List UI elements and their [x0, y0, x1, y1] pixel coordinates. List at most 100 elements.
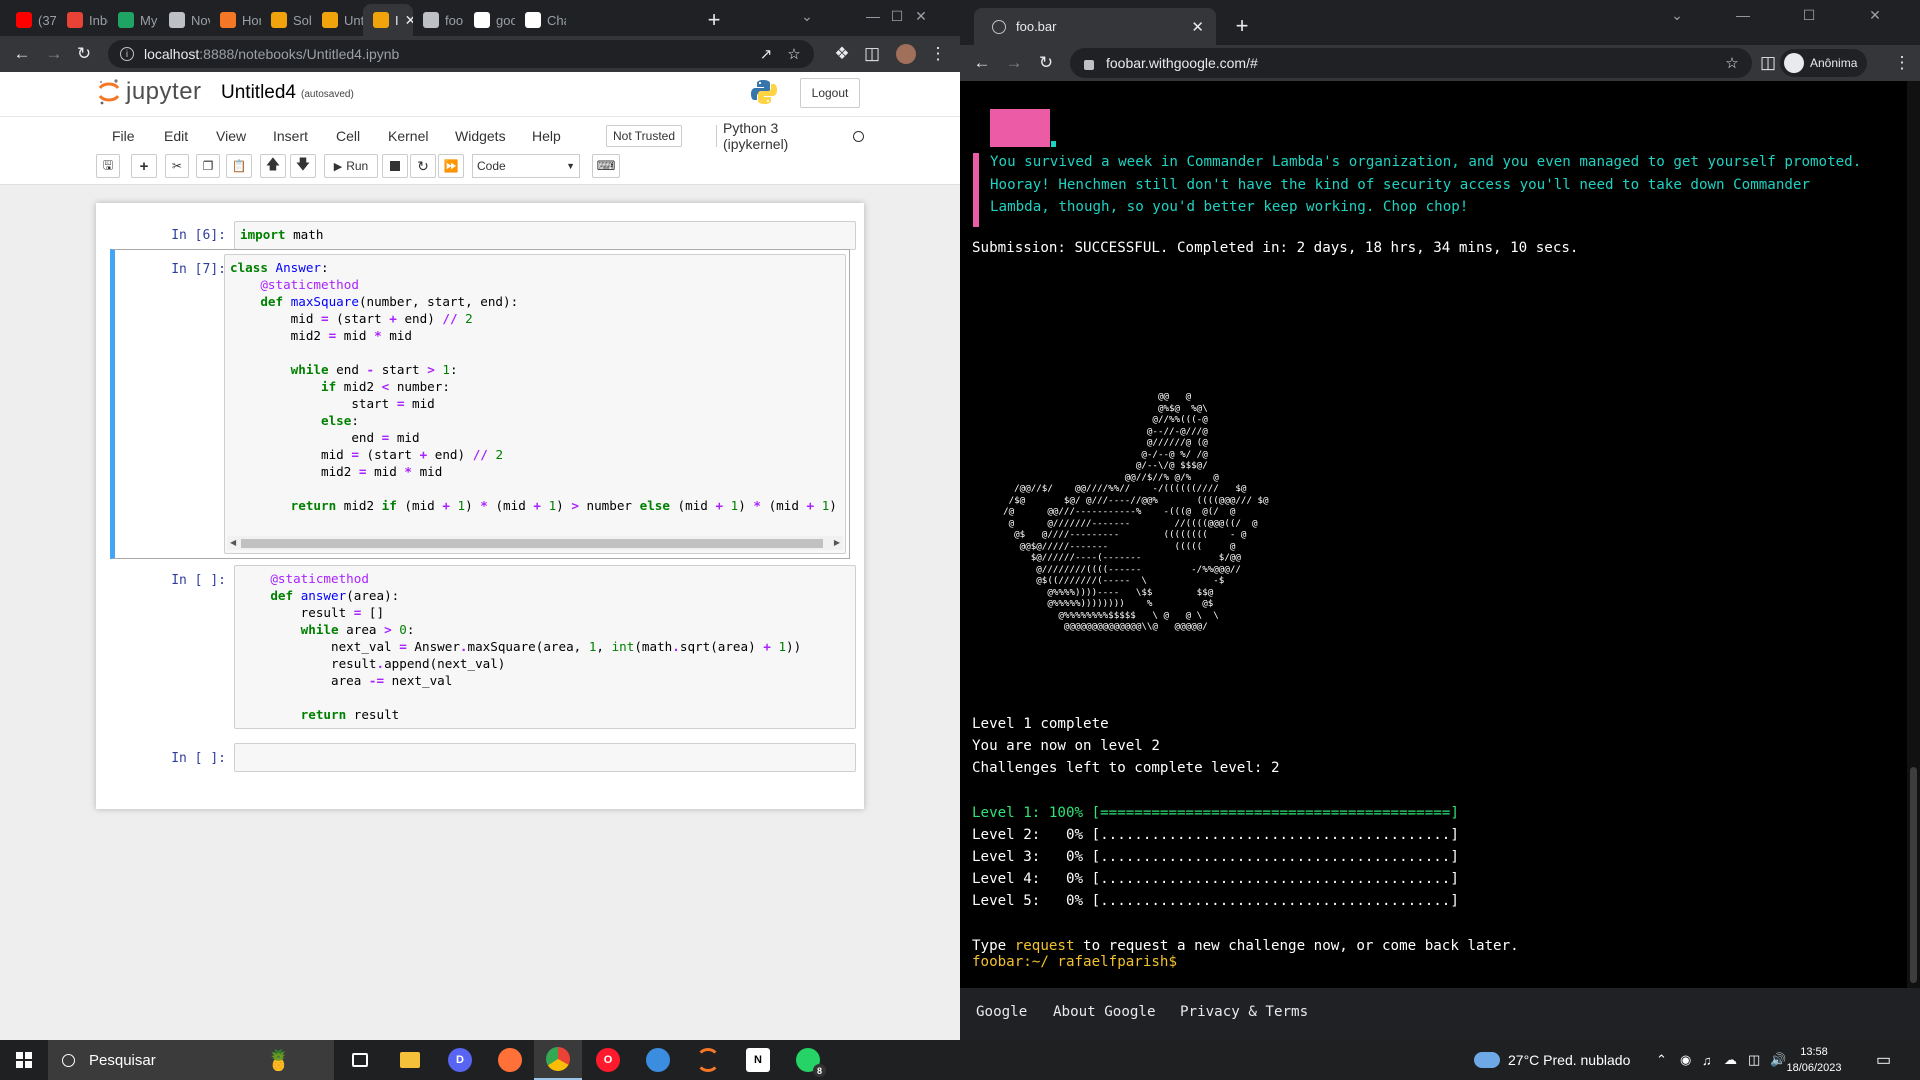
forward-button[interactable]: → — [1000, 49, 1028, 77]
tab-github[interactable]: goo — [464, 4, 515, 36]
footer-link-google[interactable]: Google — [976, 1004, 1027, 1020]
bookmark-star-icon[interactable]: ☆ — [1720, 49, 1744, 77]
back-button[interactable]: ← — [8, 40, 36, 68]
close-tab-icon[interactable]: ✕ — [405, 12, 413, 29]
paste-icon[interactable]: 📋 — [226, 154, 252, 178]
shell-prompt[interactable]: foobar:~/ rafaelfparish$ — [972, 954, 1177, 970]
extensions-icon[interactable]: ❖ — [828, 40, 856, 68]
new-tab-button[interactable]: + — [1228, 12, 1256, 40]
code-cell-selected[interactable]: In [7]: class Answer: @staticmethod def … — [110, 249, 850, 559]
address-bar[interactable]: foobar.withgoogle.com/# ☆ — [1070, 48, 1752, 78]
scrollbar-thumb[interactable] — [1910, 767, 1917, 983]
code-cell[interactable]: In [ ]: @staticmethod def answer(area): … — [110, 565, 856, 729]
microphone-icon[interactable]: ♫ — [1702, 1040, 1712, 1080]
profile-avatar[interactable] — [892, 40, 920, 68]
incognito-profile-chip[interactable]: Anônima — [1780, 49, 1868, 77]
file-explorer-icon[interactable] — [386, 1040, 434, 1080]
fast-forward-icon[interactable]: ⏩ — [438, 154, 464, 178]
close-tab-icon[interactable]: ✕ — [1191, 18, 1204, 36]
code-cell[interactable]: In [ ]: — [110, 743, 856, 775]
cell-input[interactable]: import math — [234, 221, 856, 250]
side-panel-icon[interactable]: ◫ — [858, 40, 886, 68]
network-icon[interactable]: ◫ — [1748, 1040, 1760, 1080]
jupyter-taskbar-icon[interactable] — [684, 1040, 732, 1080]
reload-button[interactable]: ↻ — [70, 40, 98, 68]
keyboard-icon[interactable]: ⌨ — [592, 154, 620, 178]
stop-icon[interactable] — [382, 154, 408, 178]
tab-jupyter[interactable]: Hon — [210, 4, 261, 36]
menu-kernel[interactable]: Kernel — [388, 117, 428, 155]
tab-hourglass[interactable]: Unt — [312, 4, 363, 36]
opera-icon[interactable]: O — [584, 1040, 632, 1080]
maximize-button[interactable]: ☐ — [1786, 0, 1832, 30]
vertical-scrollbar[interactable] — [1907, 81, 1920, 988]
side-panel-icon[interactable]: ◫ — [1754, 49, 1782, 77]
reload-button[interactable]: ↻ — [1032, 49, 1060, 77]
new-tab-button[interactable]: + — [700, 6, 728, 34]
notebook-title[interactable]: Untitled4 — [221, 82, 296, 104]
jupyter-logo[interactable]: jupyter — [98, 78, 202, 106]
start-button[interactable] — [0, 1040, 48, 1080]
cell-type-select[interactable]: Code ▼ — [472, 154, 580, 178]
cut-icon[interactable]: ✂ — [165, 154, 189, 178]
firefox-icon[interactable] — [486, 1040, 534, 1080]
copy-icon[interactable]: ❐ — [196, 154, 220, 178]
task-view-icon[interactable] — [336, 1040, 384, 1080]
bookmark-star-icon[interactable]: ☆ — [782, 40, 806, 68]
close-window-button[interactable]: ✕ — [906, 0, 936, 32]
trust-button[interactable]: Not Trusted — [606, 125, 683, 147]
menu-view[interactable]: View — [216, 117, 246, 155]
cell-input[interactable]: class Answer: @staticmethod def maxSquar… — [224, 254, 846, 554]
scroll-right-icon[interactable]: ▶ — [834, 536, 840, 550]
move-up-icon[interactable]: 🡅 — [260, 154, 286, 178]
browser-menu-icon[interactable]: ⋮ — [1888, 49, 1916, 77]
address-bar[interactable]: i localhost:8888/notebooks/Untitled4.ipy… — [108, 40, 814, 68]
back-button[interactable]: ← — [968, 49, 996, 77]
menu-widgets[interactable]: Widgets — [455, 117, 506, 155]
info-icon[interactable]: i — [120, 47, 134, 61]
footer-link-privacy[interactable]: Privacy & Terms — [1180, 1004, 1308, 1020]
tab-search-icon[interactable]: ⌄ — [792, 0, 822, 32]
move-down-icon[interactable]: 🡇 — [290, 154, 316, 178]
logout-button[interactable]: Logout — [800, 78, 860, 108]
save-icon[interactable]: 🖫 — [96, 154, 120, 178]
whatsapp-icon[interactable]: 8 — [784, 1040, 832, 1080]
weather-widget[interactable]: 27°C Pred. nublado — [1474, 1040, 1630, 1080]
scrollbar-thumb[interactable] — [241, 539, 823, 548]
chrome-icon[interactable] — [534, 1040, 582, 1080]
notion-icon[interactable]: N — [734, 1040, 782, 1080]
tab-gmail[interactable]: Inbo — [57, 4, 108, 36]
show-hidden-icons[interactable]: ⌃ — [1656, 1040, 1667, 1080]
cell-input[interactable] — [234, 743, 856, 772]
notification-center-icon[interactable]: ▭ — [1876, 1040, 1891, 1080]
cloud-sync-icon[interactable]: ☁ — [1724, 1040, 1737, 1080]
discord-icon[interactable]: D — [436, 1040, 484, 1080]
menu-help[interactable]: Help — [532, 117, 561, 155]
tab-globe[interactable]: foo — [413, 4, 464, 36]
tab-google-drive[interactable]: My — [108, 4, 159, 36]
close-window-button[interactable]: ✕ — [1852, 0, 1898, 30]
tab-tab[interactable]: Solv — [261, 4, 312, 36]
menu-cell[interactable]: Cell — [336, 117, 360, 155]
lock-icon[interactable] — [1084, 60, 1094, 70]
footer-link-about[interactable]: About Google — [1053, 1004, 1156, 1020]
run-button[interactable]: ▶ Run — [324, 154, 378, 178]
tab-tab[interactable]: I ✕ — [363, 4, 413, 36]
scroll-left-icon[interactable]: ◀ — [230, 536, 236, 550]
system-clock[interactable]: 13:58 18/06/2023 — [1782, 1044, 1846, 1076]
foobar-terminal[interactable]: You survived a week in Commander Lambda'… — [960, 81, 1920, 1040]
tab-github-globe[interactable]: Nov — [159, 4, 210, 36]
menu-edit[interactable]: Edit — [164, 117, 188, 155]
browser-menu-icon[interactable]: ⋮ — [924, 40, 952, 68]
tab-wikipedia[interactable]: Cha — [515, 4, 566, 36]
tab-search-icon[interactable]: ⌄ — [1654, 0, 1700, 30]
minimize-button[interactable]: — — [1720, 0, 1766, 30]
camera-icon[interactable]: ◉ — [1680, 1040, 1691, 1080]
app-icon[interactable] — [634, 1040, 682, 1080]
taskbar-search[interactable]: Pesquisar 🍍 — [48, 1040, 334, 1080]
restart-icon[interactable]: ↻ — [410, 154, 436, 178]
menu-file[interactable]: File — [112, 117, 135, 155]
insert-cell-icon[interactable]: + — [131, 154, 157, 178]
cell-input[interactable]: @staticmethod def answer(area): result =… — [234, 565, 856, 729]
code-cell[interactable]: In [6]: import math — [110, 219, 856, 251]
